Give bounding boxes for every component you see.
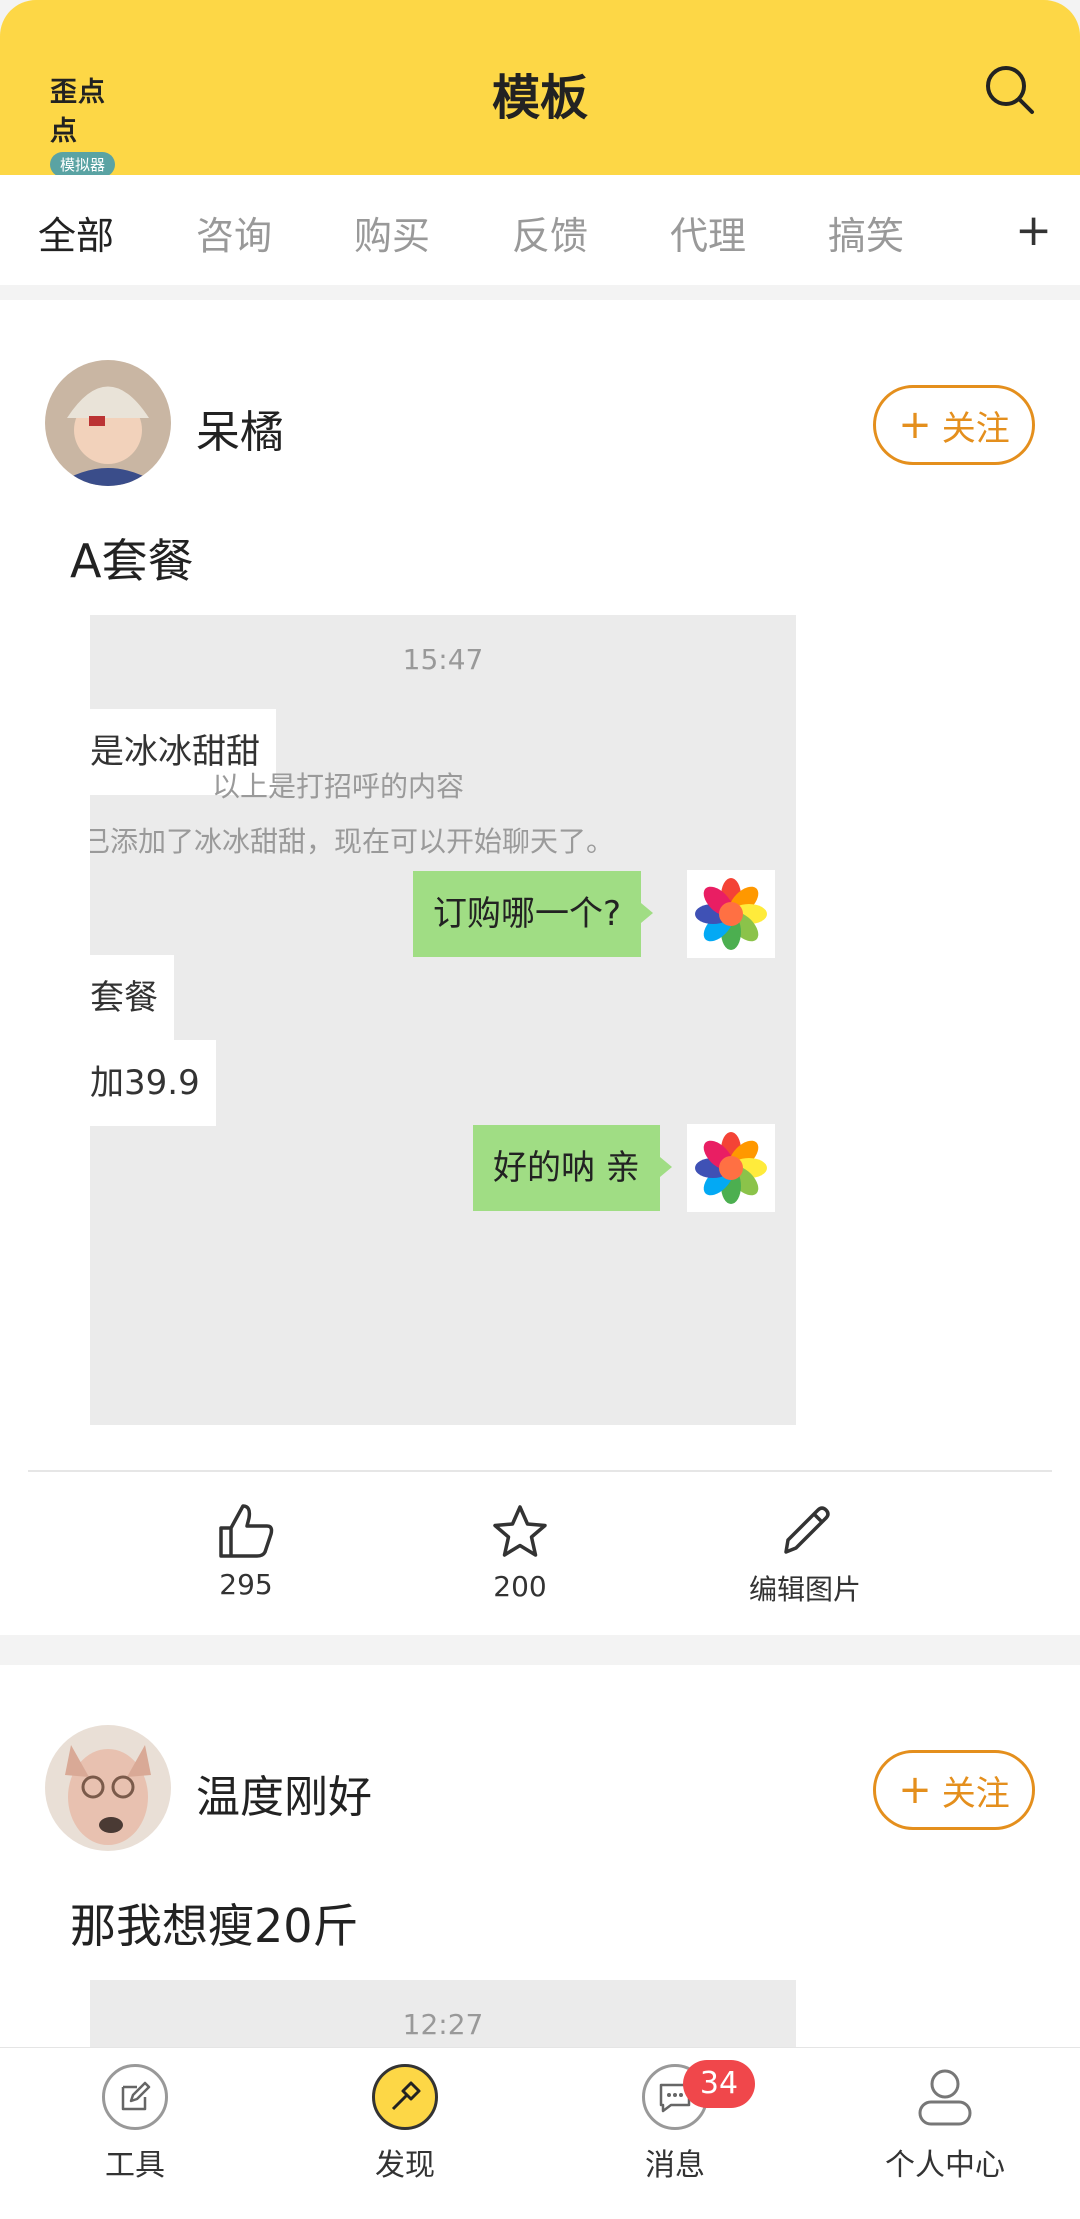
edit-square-icon: [102, 2064, 168, 2130]
unread-badge: 34: [683, 2060, 755, 2108]
tab-buy[interactable]: 购买: [354, 205, 430, 260]
tab-consult[interactable]: 咨询: [196, 205, 272, 260]
edit-image-label: 编辑图片: [748, 1573, 861, 1606]
avatar[interactable]: [45, 360, 171, 486]
bottom-nav: 工具 发现 消息 34 个人中心: [0, 2047, 1080, 2219]
favorite-count: 200: [493, 1570, 547, 1603]
favorite-button[interactable]: 200: [480, 1502, 560, 1603]
nav-messages-label: 消息: [645, 2148, 705, 2183]
edit-image-button[interactable]: 编辑图片: [740, 1500, 870, 1608]
nav-profile-label: 个人中心: [885, 2148, 1005, 2183]
chat-bubble-right: 好的呐 亲: [473, 1125, 672, 1211]
tab-feedback[interactable]: 反馈: [512, 205, 588, 260]
star-icon: [493, 1505, 547, 1557]
chat-screenshot[interactable]: 15:47 是冰冰甜甜 以上是打招呼的内容 已添加了冰冰甜甜，现在可以开始聊天了…: [90, 615, 796, 1425]
chat-bubble-right: 订购哪一个?: [413, 871, 654, 957]
chat-bubble-left: 加39.9: [90, 1040, 216, 1126]
thumbs-up-icon: [219, 1504, 274, 1558]
like-button[interactable]: 295: [206, 1500, 286, 1601]
nav-tools[interactable]: 工具: [55, 2064, 215, 2184]
flower-avatar-icon: [687, 1124, 775, 1212]
follow-button[interactable]: + 关注: [873, 1750, 1035, 1830]
chat-timestamp: 15:47: [402, 643, 484, 676]
person-icon: [912, 2064, 978, 2130]
chat-timestamp: 12:27: [402, 2008, 484, 2041]
page-title: 模板: [491, 70, 588, 126]
pencil-icon: [784, 1506, 830, 1554]
like-count: 295: [219, 1568, 273, 1601]
add-tab-button[interactable]: +: [1015, 205, 1052, 256]
tab-agent[interactable]: 代理: [670, 205, 746, 260]
divider: [28, 1470, 1052, 1472]
nav-tools-label: 工具: [105, 2148, 165, 2183]
tab-funny[interactable]: 搞笑: [828, 205, 904, 260]
avatar[interactable]: [45, 1725, 171, 1851]
chat-system-text: 以上是打招呼的内容: [212, 770, 465, 803]
post-card: 呆橘 + 关注 A套餐 15:47 是冰冰甜甜 以上是打招呼的内容 已添加了冰冰甜…: [0, 300, 1080, 1635]
post-text: A套餐: [70, 534, 194, 588]
username[interactable]: 温度刚好: [196, 1761, 372, 1825]
flower-avatar-icon: [687, 870, 775, 958]
follow-button[interactable]: + 关注: [873, 385, 1035, 465]
nav-messages[interactable]: 消息 34: [595, 2060, 755, 2184]
tab-all[interactable]: 全部: [38, 205, 114, 260]
nav-discover[interactable]: 发现: [325, 2064, 485, 2184]
chat-system-text: 已添加了冰冰甜甜，现在可以开始聊天了。: [90, 825, 615, 858]
flashlight-icon: [372, 2064, 438, 2130]
nav-profile[interactable]: 个人中心: [865, 2064, 1025, 2184]
logo-badge: 模拟器: [50, 152, 116, 177]
chat-bubble-left: 套餐: [90, 955, 174, 1041]
username[interactable]: 呆橘: [196, 396, 284, 460]
post-text: 那我想瘦20斤: [70, 1899, 359, 1953]
category-tabs: 全部 咨询 购买 反馈 代理 搞笑 +: [0, 175, 1080, 285]
post-card: 温度刚好 + 关注 那我想瘦20斤 12:27: [0, 1665, 1080, 2100]
search-icon[interactable]: [982, 62, 1038, 118]
nav-discover-label: 发现: [375, 2148, 435, 2183]
app-header: 歪点点 模拟器 模板: [0, 0, 1080, 177]
